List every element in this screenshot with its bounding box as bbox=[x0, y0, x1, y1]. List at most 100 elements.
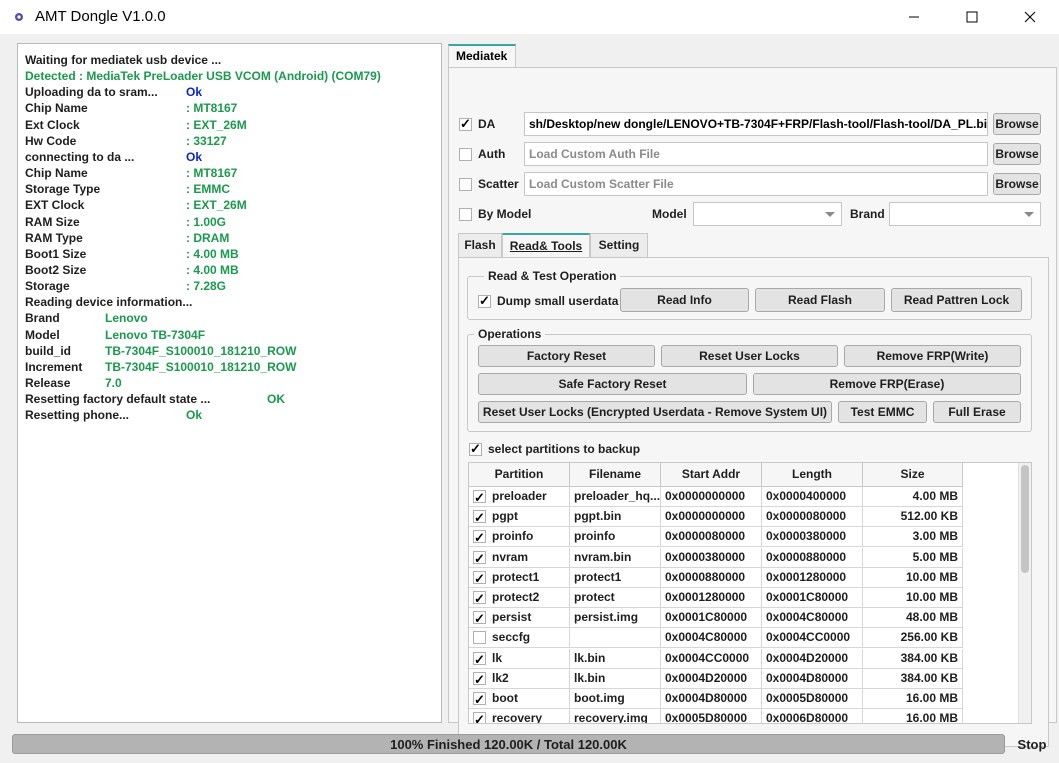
cell-size: 3.00 MB bbox=[863, 527, 963, 548]
table-row[interactable]: preloader preloader_hq... 0x0000000000 0x00… bbox=[469, 487, 963, 507]
browse-auth-button[interactable]: Browse bbox=[993, 143, 1041, 165]
partition-checkbox[interactable] bbox=[473, 508, 486, 526]
table-row[interactable]: protect1 protect1 0x0000880000 0x0001280000… bbox=[469, 567, 963, 588]
maximize-icon bbox=[966, 11, 978, 23]
cell-text: protect1 bbox=[492, 569, 540, 584]
read-flash-button[interactable]: Read Flash bbox=[755, 288, 885, 312]
table-row[interactable]: lk lk.bin 0x0004CC0000 0x0004D20000 384.00 K… bbox=[469, 648, 963, 669]
auth-checkbox[interactable] bbox=[459, 148, 472, 161]
partition-checkbox[interactable] bbox=[473, 631, 486, 645]
table-scrollbar[interactable] bbox=[1018, 463, 1031, 723]
by-model-checkbox[interactable] bbox=[459, 208, 472, 221]
log-label: Resetting factory default state ... bbox=[25, 392, 211, 407]
backup-partitions-checkbox[interactable] bbox=[469, 441, 482, 457]
table-row[interactable]: pgpt pgpt.bin 0x0000000000 0x0000080000 512.… bbox=[469, 507, 963, 528]
remove-frp-write-button[interactable]: Remove FRP(Write) bbox=[844, 345, 1021, 367]
log-value: : DRAM bbox=[186, 230, 230, 245]
da-checkbox[interactable] bbox=[459, 116, 472, 132]
column-header[interactable]: Partition bbox=[469, 463, 570, 487]
partition-checkbox[interactable] bbox=[473, 569, 486, 587]
column-header[interactable]: Start Addr bbox=[661, 463, 762, 487]
operations-title: Operations bbox=[474, 327, 546, 341]
cell-text: protect bbox=[574, 590, 615, 604]
table-row[interactable]: seccfg 0x0004C80000 0x0004CC0000 256.00 KB bbox=[469, 628, 963, 649]
cell-text: 0x0000000000 bbox=[665, 509, 746, 524]
partition-checkbox[interactable] bbox=[473, 549, 486, 567]
auth-file-field[interactable]: Load Custom Auth File bbox=[524, 142, 988, 166]
cell-size: 48.00 MB bbox=[863, 608, 963, 629]
partition-checkbox[interactable] bbox=[473, 690, 486, 708]
partition-checkbox[interactable] bbox=[473, 528, 486, 546]
minimize-icon bbox=[909, 16, 919, 18]
log-label: Model bbox=[25, 327, 60, 342]
partition-checkbox[interactable] bbox=[473, 670, 486, 688]
cell-text: preloader bbox=[492, 489, 547, 503]
scatter-file-field[interactable]: Load Custom Scatter File bbox=[524, 172, 988, 196]
read-test-group: Read & Test Operation Dump small userdat… bbox=[467, 269, 1032, 320]
column-header[interactable]: Size bbox=[863, 463, 963, 487]
log-label: Hw Code bbox=[25, 133, 77, 148]
log-panel: Waiting for mediatek usb device ... Detec… bbox=[17, 43, 442, 723]
read-info-button[interactable]: Read Info bbox=[620, 288, 749, 312]
cell-text: 0x0004CC0000 bbox=[766, 630, 851, 645]
table-row[interactable]: proinfo proinfo 0x0000080000 0x0000380000 3.… bbox=[469, 527, 963, 548]
full-erase-button[interactable]: Full Erase bbox=[933, 401, 1021, 423]
minimize-button[interactable] bbox=[885, 0, 943, 34]
table-row[interactable]: persist persist.img 0x0001C80000 0x0004C800… bbox=[469, 608, 963, 629]
tab-read-tools[interactable]: Read& Tools bbox=[502, 233, 590, 258]
brand-select[interactable] bbox=[889, 202, 1041, 226]
log-value: Ok bbox=[186, 408, 203, 423]
da-file-field[interactable]: sh/Desktop/new dongle/LENOVO+TB-7304F+FR… bbox=[524, 112, 988, 136]
read-pattern-lock-button[interactable]: Read Pattren Lock bbox=[891, 288, 1022, 312]
partition-checkbox[interactable] bbox=[473, 710, 486, 723]
cell-length: 0x0004D80000 bbox=[762, 668, 863, 689]
table-row[interactable]: lk2 lk.bin 0x0004D20000 0x0004D80000 384.00 … bbox=[469, 668, 963, 689]
maximize-button[interactable] bbox=[943, 0, 1001, 34]
browse-scatter-button[interactable]: Browse bbox=[993, 173, 1041, 195]
close-button[interactable] bbox=[1001, 0, 1059, 34]
column-header[interactable]: Length bbox=[762, 463, 863, 487]
cell-text: 4.00 MB bbox=[912, 489, 958, 503]
cell-partition: persist bbox=[469, 608, 570, 629]
cell-filename: nvram.bin bbox=[570, 547, 661, 568]
cell-length: 0x0000400000 bbox=[762, 487, 863, 507]
column-header[interactable]: Filename bbox=[570, 463, 661, 487]
cell-filename bbox=[570, 628, 661, 649]
model-select[interactable] bbox=[693, 202, 842, 226]
log-value: : 4.00 MB bbox=[186, 246, 239, 261]
partition-checkbox[interactable] bbox=[473, 650, 486, 668]
dump-userdata-checkbox[interactable] bbox=[478, 293, 491, 309]
tab-mediatek[interactable]: Mediatek bbox=[448, 44, 516, 68]
partition-checkbox[interactable] bbox=[473, 609, 486, 627]
safe-factory-reset-button[interactable]: Safe Factory Reset bbox=[478, 373, 747, 395]
scroll-thumb[interactable] bbox=[1021, 465, 1029, 573]
table-row[interactable]: boot boot.img 0x0004D80000 0x0005D80000 16.0… bbox=[469, 689, 963, 709]
browse-da-button[interactable]: Browse bbox=[993, 113, 1041, 135]
reset-user-locks-button[interactable]: Reset User Locks bbox=[661, 345, 838, 367]
partition-checkbox[interactable] bbox=[473, 589, 486, 607]
cell-text: 10.00 MB bbox=[905, 590, 958, 604]
cell-text: 0x0004CC0000 bbox=[665, 650, 750, 665]
partition-table: PartitionFilenameStart AddrLengthSize pr… bbox=[468, 462, 1032, 724]
chevron-down-icon bbox=[825, 212, 835, 217]
stop-button[interactable]: Stop bbox=[1012, 735, 1052, 755]
test-emmc-button[interactable]: Test EMMC bbox=[838, 401, 927, 423]
cell-text: persist bbox=[492, 610, 532, 625]
remove-frp-erase-button[interactable]: Remove FRP(Erase) bbox=[753, 373, 1021, 395]
cell-start: 0x0000000000 bbox=[661, 507, 762, 528]
cell-text: pgpt bbox=[492, 509, 518, 524]
table-row[interactable]: protect2 protect 0x0001280000 0x0001C80000 1… bbox=[469, 588, 963, 608]
cell-filename: protect bbox=[570, 588, 661, 608]
chevron-down-icon bbox=[1024, 212, 1034, 217]
table-row[interactable]: recovery recovery.img 0x0005D80000 0x0006D8… bbox=[469, 709, 963, 723]
scatter-checkbox[interactable] bbox=[459, 178, 472, 191]
cell-filename: proinfo bbox=[570, 527, 661, 548]
partition-checkbox[interactable] bbox=[473, 488, 486, 506]
factory-reset-button[interactable]: Factory Reset bbox=[478, 345, 655, 367]
tab-setting[interactable]: Setting bbox=[590, 233, 648, 258]
cell-filename: preloader_hq... bbox=[570, 487, 661, 507]
table-row[interactable]: nvram nvram.bin 0x0000380000 0x0000880000 5.… bbox=[469, 547, 963, 568]
cell-start: 0x0005D80000 bbox=[661, 709, 762, 723]
tab-flash[interactable]: Flash bbox=[458, 233, 502, 258]
reset-user-locks-encrypted-button[interactable]: Reset User Locks (Encrypted Userdata - R… bbox=[478, 401, 832, 423]
